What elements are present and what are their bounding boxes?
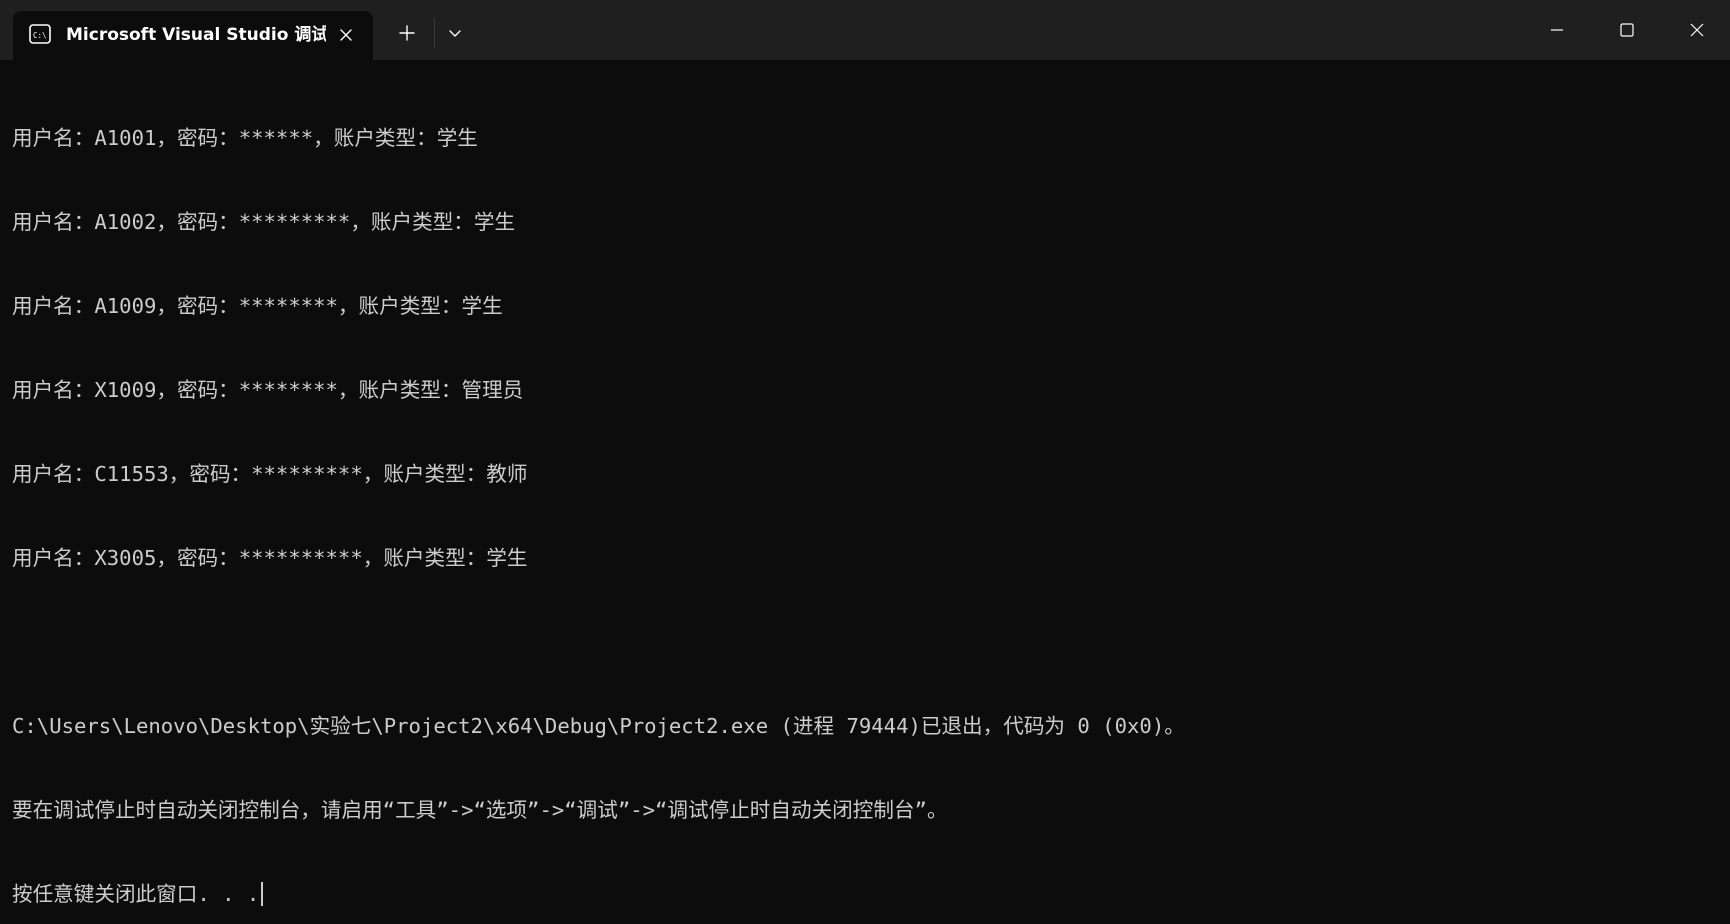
minimize-icon[interactable] — [1526, 0, 1588, 60]
console-line: C:\Users\Lenovo\Desktop\实验七\Project2\x64… — [12, 714, 1185, 738]
console-icon: C:\ — [29, 24, 51, 44]
tab-title: Microsoft Visual Studio 调试控 — [66, 25, 326, 45]
console-line: 要在调试停止时自动关闭控制台，请启用“工具”->“选项”->“调试”->“调试停… — [12, 798, 948, 822]
text-cursor — [261, 882, 264, 906]
console-line: 用户名：X1009，密码：********，账户类型：管理员 — [12, 378, 524, 402]
chevron-down-icon[interactable] — [440, 18, 470, 48]
close-icon[interactable] — [1666, 0, 1728, 60]
new-tab-icon[interactable] — [392, 18, 422, 48]
maximize-icon[interactable] — [1596, 0, 1658, 60]
console-line: 用户名：C11553，密码：*********，账户类型：教师 — [12, 462, 528, 486]
console-line: 用户名：A1001，密码：******，账户类型：学生 — [12, 126, 478, 150]
tab-close-icon[interactable] — [333, 22, 359, 48]
console-line: 用户名：A1002，密码：*********，账户类型：学生 — [12, 210, 516, 234]
title-bar[interactable]: C:\ Microsoft Visual Studio 调试控 — [0, 0, 1730, 60]
console-prompt-line: 按任意键关闭此窗口. . . — [12, 880, 1712, 908]
console-line: 用户名：A1009，密码：********，账户类型：学生 — [12, 294, 503, 318]
console-line-text: 按任意键关闭此窗口. . . — [12, 882, 260, 906]
tab-separator — [434, 18, 435, 48]
tab-debug-console[interactable]: C:\ Microsoft Visual Studio 调试控 — [13, 11, 373, 60]
console-output[interactable]: 用户名：A1001，密码：******，账户类型：学生 用户名：A1002，密码… — [12, 68, 1712, 908]
svg-text:C:\: C:\ — [33, 31, 47, 40]
terminal-window: C:\ Microsoft Visual Studio 调试控 用户名：A100… — [0, 0, 1730, 924]
console-line: 用户名：X3005，密码：**********，账户类型：学生 — [12, 546, 528, 570]
